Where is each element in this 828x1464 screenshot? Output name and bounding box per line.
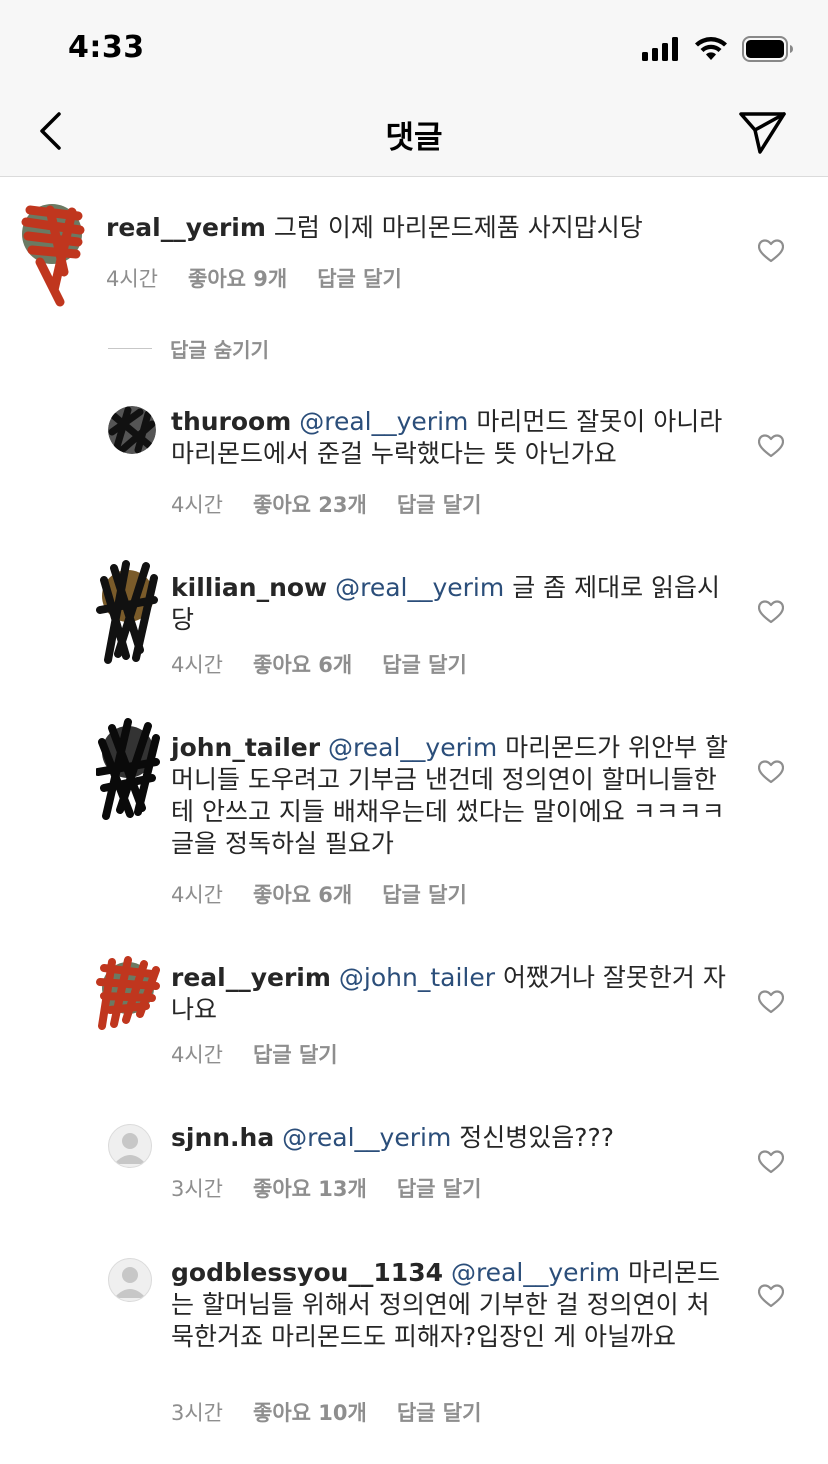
avatar[interactable] bbox=[96, 956, 160, 1030]
comment-meta: 4시간 답글 달기 bbox=[171, 1039, 338, 1069]
reply-button[interactable]: 답글 달기 bbox=[382, 879, 467, 909]
default-avatar-icon bbox=[114, 1133, 146, 1164]
share-button[interactable] bbox=[738, 108, 788, 156]
divider bbox=[108, 348, 152, 349]
like-heart-icon[interactable] bbox=[758, 990, 784, 1014]
comment-username[interactable]: real__yerim bbox=[171, 963, 331, 992]
hide-replies-label: 답글 숨기기 bbox=[170, 338, 269, 362]
comment-meta: 4시간 좋아요 6개 답글 달기 bbox=[171, 649, 467, 679]
comment-meta: 4시간 좋아요 23개 답글 달기 bbox=[171, 489, 481, 519]
avatar[interactable] bbox=[108, 1124, 152, 1168]
like-heart-icon[interactable] bbox=[758, 434, 784, 458]
reply-button[interactable]: 답글 달기 bbox=[253, 1039, 338, 1069]
signal-icon bbox=[642, 37, 678, 61]
comment-meta: 4시간 좋아요 9개 답글 달기 bbox=[106, 263, 402, 293]
comment-text: john_tailer @real__yerim 마리몬드가 위안부 할머니들 … bbox=[171, 732, 731, 860]
like-heart-icon[interactable] bbox=[758, 1150, 784, 1174]
nav-bar: 댓글 bbox=[0, 96, 828, 177]
comment-username[interactable]: john_tailer bbox=[171, 733, 320, 762]
comment-username[interactable]: real__yerim bbox=[106, 213, 266, 242]
status-time: 4:33 bbox=[68, 30, 145, 65]
hide-replies-toggle[interactable]: 답글 숨기기 bbox=[108, 334, 269, 363]
comment-likes[interactable]: 좋아요 6개 bbox=[253, 649, 352, 679]
comment-time: 3시간 bbox=[171, 1401, 224, 1425]
page-title: 댓글 bbox=[385, 120, 443, 156]
comment-likes[interactable]: 좋아요 13개 bbox=[253, 1173, 367, 1203]
comment-likes[interactable]: 좋아요 10개 bbox=[253, 1397, 367, 1427]
comment-time: 4시간 bbox=[106, 267, 159, 291]
avatar[interactable] bbox=[108, 406, 156, 454]
comment-text: killian_now @real__yerim 글 좀 제대로 읽읍시당 bbox=[171, 572, 731, 636]
comment-time: 4시간 bbox=[171, 493, 224, 517]
comment-username[interactable]: thuroom bbox=[171, 407, 291, 436]
comment-body: 그럼 이제 마리몬드제품 사지맙시당 bbox=[273, 213, 643, 242]
default-avatar-icon bbox=[114, 1267, 146, 1298]
comment-time: 4시간 bbox=[171, 1043, 224, 1067]
comment-text: sjnn.ha @real__yerim 정신병있음??? bbox=[171, 1122, 731, 1154]
reply-button[interactable]: 답글 달기 bbox=[397, 489, 482, 519]
comment-likes[interactable]: 좋아요 23개 bbox=[253, 489, 367, 519]
comment-meta: 3시간 좋아요 13개 답글 달기 bbox=[171, 1173, 481, 1203]
comment-mention[interactable]: @real__yerim bbox=[335, 573, 504, 602]
comment-username[interactable]: godblessyou__1134 bbox=[171, 1258, 443, 1287]
comment-mention[interactable]: @real__yerim bbox=[328, 733, 497, 762]
comment-mention[interactable]: @real__yerim bbox=[451, 1258, 620, 1287]
comment-mention[interactable]: @real__yerim bbox=[299, 407, 468, 436]
send-icon bbox=[739, 112, 786, 154]
comment-time: 4시간 bbox=[171, 653, 224, 677]
reply-button[interactable]: 답글 달기 bbox=[317, 263, 402, 293]
comment-meta: 3시간 좋아요 10개 답글 달기 bbox=[171, 1397, 481, 1427]
reply-button[interactable]: 답글 달기 bbox=[397, 1173, 482, 1203]
comment-username[interactable]: sjnn.ha bbox=[171, 1123, 274, 1152]
reply-button[interactable]: 답글 달기 bbox=[397, 1397, 482, 1427]
status-bar: 4:33 bbox=[0, 0, 828, 96]
comment-likes[interactable]: 좋아요 9개 bbox=[188, 263, 287, 293]
status-icons bbox=[642, 36, 794, 62]
comment-text: godblessyou__1134 @real__yerim 마리몬드는 할머님… bbox=[171, 1257, 731, 1353]
comment-text: real__yerim @john_tailer 어쨌거나 잘못한거 자나요 bbox=[171, 962, 731, 1026]
comment-username[interactable]: killian_now bbox=[171, 573, 327, 602]
comment-time: 3시간 bbox=[171, 1177, 224, 1201]
comment-text: real__yerim 그럼 이제 마리몬드제품 사지맙시당 bbox=[106, 212, 736, 244]
like-heart-icon[interactable] bbox=[758, 600, 784, 624]
avatar[interactable] bbox=[94, 718, 160, 824]
comment-body: 정신병있음??? bbox=[459, 1123, 615, 1152]
reply-button[interactable]: 답글 달기 bbox=[382, 649, 467, 679]
comment-mention[interactable]: @john_tailer bbox=[339, 963, 495, 992]
avatar[interactable] bbox=[96, 560, 160, 664]
battery-icon bbox=[742, 36, 793, 62]
comment-mention[interactable]: @real__yerim bbox=[282, 1123, 451, 1152]
wifi-icon bbox=[695, 37, 727, 60]
comment-time: 4시간 bbox=[171, 883, 224, 907]
like-heart-icon[interactable] bbox=[758, 239, 784, 263]
comment-likes[interactable]: 좋아요 6개 bbox=[253, 879, 352, 909]
avatar[interactable] bbox=[108, 1258, 152, 1302]
comment-text: thuroom @real__yerim 마리먼드 잘못이 아니라 마리몬드에서… bbox=[171, 406, 731, 470]
like-heart-icon[interactable] bbox=[758, 760, 784, 784]
avatar[interactable] bbox=[21, 204, 86, 307]
comment-meta: 4시간 좋아요 6개 답글 달기 bbox=[171, 879, 467, 909]
like-heart-icon[interactable] bbox=[758, 1284, 784, 1308]
